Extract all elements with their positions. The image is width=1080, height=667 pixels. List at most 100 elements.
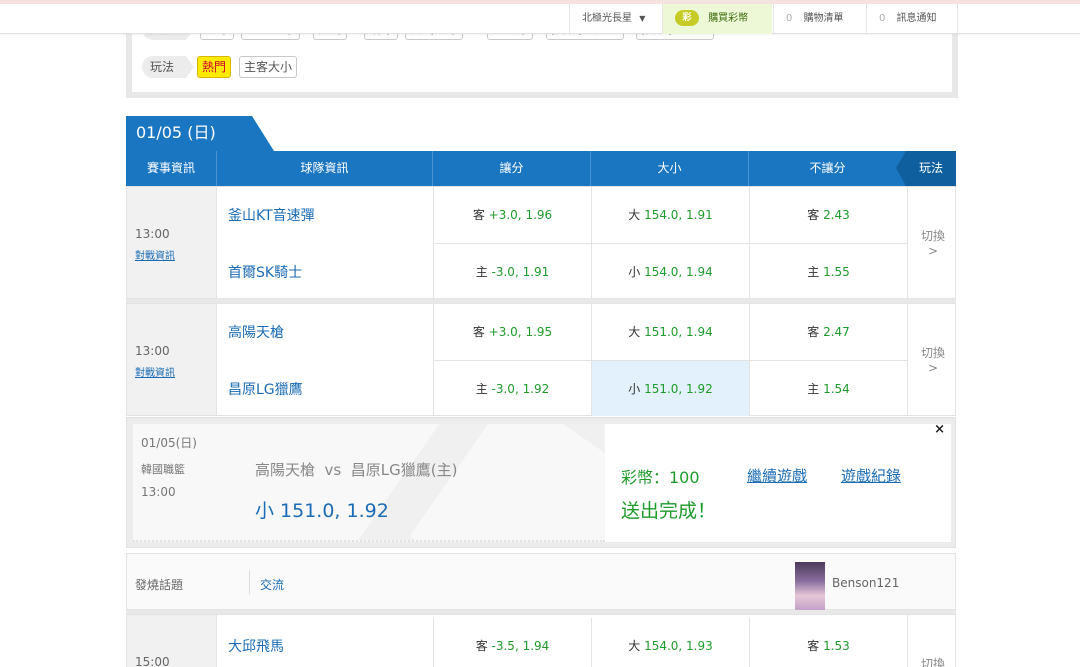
th-event-info: 賽事資訊 <box>126 151 217 186</box>
odds-home-spread[interactable]: 主 -3.0, 1.92 <box>433 360 591 416</box>
odds-value: 154.0, 1.94 <box>644 265 713 279</box>
odds-away-spread[interactable]: 客 -3.5, 1.94 <box>433 618 591 667</box>
odds-table-header: 賽事資訊 球隊資訊 讓分 大小 不讓分 玩法 <box>126 151 956 186</box>
notice-label: 訊息通知 <box>896 13 937 24</box>
home-team-name[interactable]: 首爾SK騎士 <box>228 262 302 282</box>
odds-over[interactable]: 大 151.0, 1.94 <box>591 304 749 360</box>
odds-value: 154.0, 1.91 <box>644 208 713 222</box>
switch-play-button[interactable]: 切換 > <box>907 304 957 415</box>
match-time: 13:00 <box>135 227 170 241</box>
bet-slip-card: 01/05(日) 韓國職籃 13:00 高陽天槍 vs 昌原LG獵鷹(主) 小 … <box>133 424 605 542</box>
switch-label: 切換 <box>920 657 945 667</box>
hot-topics-label[interactable]: 發燒話題 <box>135 576 183 593</box>
matchup-info-link[interactable]: 對戰資訊 <box>135 247 175 262</box>
forum-username[interactable]: Benson121 <box>832 576 899 590</box>
side-label: 客 <box>475 639 488 653</box>
odds-away-spread[interactable]: 客 +3.0, 1.96 <box>433 187 591 243</box>
coin-icon: 彩 <box>675 10 699 26</box>
close-icon[interactable]: × <box>934 422 945 437</box>
odds-value: -3.5, 1.94 <box>491 639 550 653</box>
odds-away-spread[interactable]: 客 +3.0, 1.95 <box>433 304 591 360</box>
match-row: 13:00 對戰資訊 高陽天槍 昌原LG獵鷹 客 +3.0, 1.95 主 -3… <box>126 303 956 416</box>
side-label: 主 <box>807 382 820 396</box>
odds-value: +3.0, 1.96 <box>488 208 553 222</box>
avatar[interactable] <box>795 562 825 610</box>
switch-play-button[interactable]: 切換 > <box>907 187 957 298</box>
card-decoration <box>353 424 605 540</box>
side-label: 主 <box>475 382 488 396</box>
away-team-name[interactable]: 釜山KT音速彈 <box>228 205 315 225</box>
odds-home-moneyline[interactable]: 主 1.55 <box>749 243 907 299</box>
odds-away-moneyline[interactable]: 客 1.53 <box>749 618 907 667</box>
odds-value: 154.0, 1.93 <box>644 639 713 653</box>
th-play: 玩法 <box>896 151 956 186</box>
th-moneyline: 不讓分 <box>809 161 846 175</box>
bet-pick: 小 151.0, 1.92 <box>255 500 389 522</box>
buy-coin-button[interactable]: 彩 購買彩幣 <box>662 4 772 34</box>
away-team-name[interactable]: 大邱飛馬 <box>228 636 284 656</box>
exchange-tab[interactable]: 交流 <box>260 576 284 593</box>
matchup-info-link[interactable]: 對戰資訊 <box>135 364 175 379</box>
switch-label: 切換 <box>920 229 945 243</box>
game-history-link[interactable]: 遊戲紀錄 <box>841 465 901 486</box>
odds-home-moneyline[interactable]: 主 1.54 <box>749 360 907 416</box>
odds-under[interactable]: 小 154.0, 1.94 <box>591 243 749 299</box>
odds-value: 1.53 <box>823 639 850 653</box>
bet-confirmation-panel: 01/05(日) 韓國職籃 13:00 高陽天槍 vs 昌原LG獵鷹(主) 小 … <box>126 417 956 548</box>
side-label: 小 <box>628 265 641 279</box>
odds-value: 151.0, 1.94 <box>644 325 713 339</box>
filter-chip-hot[interactable]: 熱門 <box>197 56 232 78</box>
user-menu[interactable]: 北極光長星 ▼ <box>569 4 661 34</box>
forum-row: 發燒話題 交流 Benson121 <box>126 553 956 610</box>
chevron-down-icon: ▼ <box>639 14 646 23</box>
user-name: 北極光長星 <box>582 13 632 24</box>
switch-play-button[interactable]: 切換 <box>907 615 957 667</box>
cart-button[interactable]: 0 購物清單 <box>773 4 865 34</box>
match-time: 15:00 <box>135 655 170 667</box>
side-label: 客 <box>807 639 820 653</box>
match-row: 15:00 大邱飛馬 客 -3.5, 1.94 大 154.0, 1.93 客 … <box>126 614 956 667</box>
odds-value: +3.0, 1.95 <box>488 325 553 339</box>
odds-over[interactable]: 大 154.0, 1.93 <box>591 618 749 667</box>
th-over-under: 大小 <box>591 151 749 186</box>
filter-chip-home-away-ou[interactable]: 主客大小 <box>239 56 298 78</box>
odds-value: -3.0, 1.92 <box>491 382 550 396</box>
date-tab[interactable]: 01/05 (日) <box>126 116 274 151</box>
home-team-name[interactable]: 昌原LG獵鷹 <box>228 379 303 399</box>
match-time: 13:00 <box>135 344 170 358</box>
odds-away-moneyline[interactable]: 客 2.43 <box>749 187 907 243</box>
odds-under-selected[interactable]: 小 151.0, 1.92 <box>591 360 749 416</box>
bet-league: 韓國職籃 <box>141 463 185 476</box>
side-label: 客 <box>472 325 485 339</box>
chevron-right-icon: > <box>927 244 939 258</box>
side-label: 主 <box>807 265 820 279</box>
bet-stake: 彩幣：100 <box>621 468 700 487</box>
continue-game-link[interactable]: 繼續遊戲 <box>747 465 807 486</box>
chevron-right-icon: > <box>927 361 939 375</box>
filter-label-play: 玩法 <box>142 56 194 78</box>
odds-over[interactable]: 大 154.0, 1.91 <box>591 187 749 243</box>
notice-count: 0 <box>879 13 886 24</box>
away-team-name[interactable]: 高陽天槍 <box>228 322 284 342</box>
buy-coin-label: 購買彩幣 <box>708 13 749 24</box>
cart-count: 0 <box>786 13 793 24</box>
side-label: 主 <box>475 265 488 279</box>
match-row: 13:00 對戰資訊 釜山KT音速彈 首爾SK騎士 客 +3.0, 1.96 主… <box>126 186 956 299</box>
side-label: 客 <box>472 208 485 222</box>
odds-value: -3.0, 1.91 <box>491 265 550 279</box>
odds-away-moneyline[interactable]: 客 2.47 <box>749 304 907 360</box>
cart-label: 購物清單 <box>803 13 844 24</box>
right-gutter <box>956 34 1080 667</box>
switch-label: 切換 <box>920 346 945 360</box>
match-info: 13:00 對戰資訊 <box>127 304 217 415</box>
odds-value: 2.43 <box>823 208 850 222</box>
odds-value: 1.55 <box>823 265 850 279</box>
side-label: 大 <box>628 208 641 222</box>
filter-panel: 其他 足球 NHL冰球 賽馬 網球 美式足球 乒乓球 猜數字3分鐘 猜數字2分鐘… <box>126 18 958 98</box>
odds-home-spread[interactable]: 主 -3.0, 1.91 <box>433 243 591 299</box>
divider <box>249 570 250 594</box>
bet-time: 13:00 <box>141 485 176 499</box>
match-info: 13:00 對戰資訊 <box>127 187 217 298</box>
notice-button[interactable]: 0 訊息通知 <box>866 4 958 34</box>
bet-status: 送出完成！ <box>621 500 717 522</box>
